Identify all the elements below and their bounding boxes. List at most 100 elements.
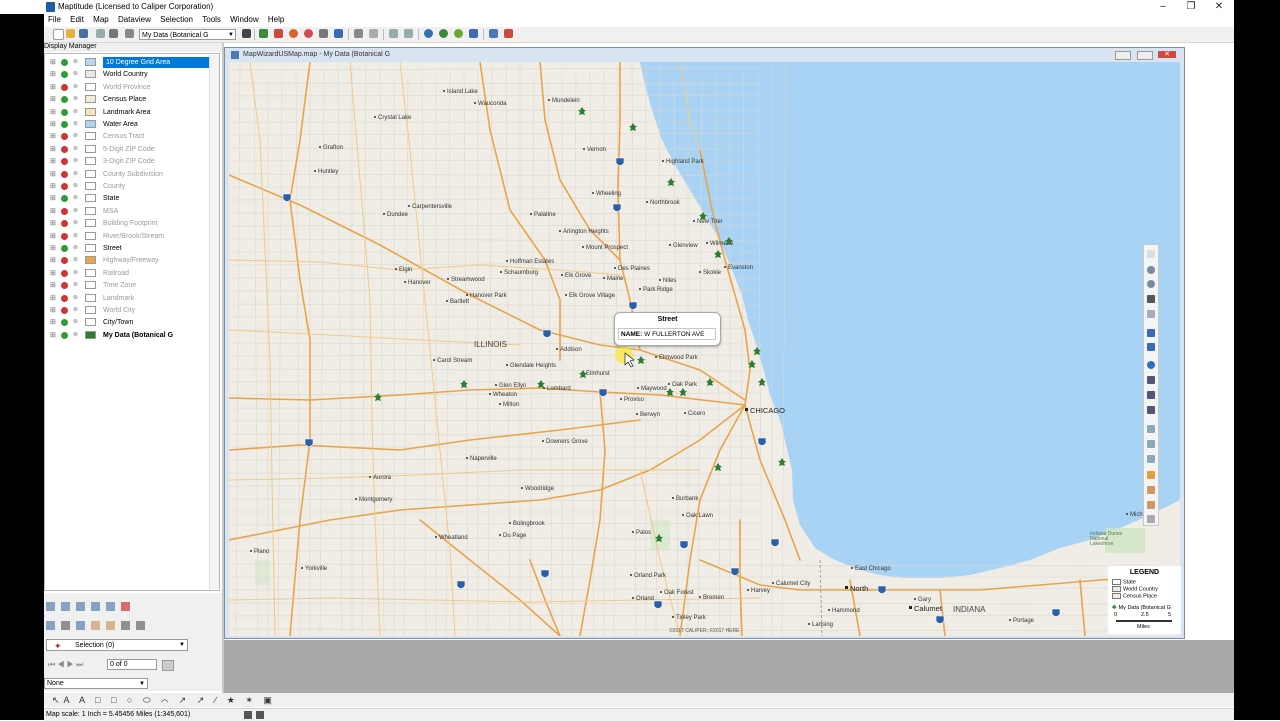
layer-select[interactable]: My Data (Botanical G ▼ xyxy=(139,29,236,40)
label-toggle-icon[interactable]: ⊗ xyxy=(73,96,80,103)
label-toggle-icon[interactable]: ⊗ xyxy=(73,282,80,289)
record-menu-icon[interactable] xyxy=(162,660,174,671)
binoculars-icon[interactable] xyxy=(242,29,251,38)
visibility-toggle[interactable] xyxy=(61,269,68,277)
scale-clear-icon[interactable] xyxy=(256,711,264,719)
menu-help[interactable]: Help xyxy=(268,14,284,26)
save-icon[interactable] xyxy=(79,29,88,38)
filter-tool-icon[interactable] xyxy=(46,602,55,611)
layer-row[interactable]: ⊞ ⊗ Landmark Area xyxy=(48,107,216,118)
layer-style-swatch[interactable] xyxy=(85,82,96,91)
visibility-toggle[interactable] xyxy=(61,133,68,141)
layer-style-swatch[interactable] xyxy=(85,157,96,166)
locate-icon[interactable] xyxy=(439,29,448,38)
record-navigation[interactable]: ⏮ ◀ ▶ ⏭ xyxy=(48,660,102,670)
label-icon[interactable] xyxy=(1147,455,1155,463)
pie-chart-icon[interactable] xyxy=(304,29,313,38)
label-toggle-icon[interactable]: ⊗ xyxy=(73,158,80,165)
label-toggle-icon[interactable]: ⊗ xyxy=(73,319,80,326)
layer-style-swatch[interactable] xyxy=(85,293,96,302)
visibility-toggle[interactable] xyxy=(61,257,68,265)
layer-style-swatch[interactable] xyxy=(85,95,96,104)
new-icon[interactable] xyxy=(53,29,64,40)
pushpin-icon[interactable] xyxy=(469,29,478,38)
previous-scale-icon[interactable] xyxy=(1147,329,1155,337)
filter-tool-icon[interactable] xyxy=(76,602,85,611)
selection-tool-icon[interactable] xyxy=(121,621,130,630)
layer-style-swatch[interactable] xyxy=(85,169,96,178)
layer-style-swatch[interactable] xyxy=(85,194,96,203)
expand-icon[interactable]: ⊞ xyxy=(50,220,56,227)
map-minimize-button[interactable] xyxy=(1115,51,1131,60)
label-toggle-icon[interactable]: ⊗ xyxy=(73,332,80,339)
layer-style-swatch[interactable] xyxy=(85,70,96,79)
visibility-toggle[interactable] xyxy=(61,232,68,240)
close-button[interactable]: ✕ xyxy=(1207,0,1231,14)
pan-hand-icon[interactable] xyxy=(1147,295,1155,303)
selection-tool-icon[interactable] xyxy=(91,621,100,630)
pattern-icon[interactable] xyxy=(319,29,328,38)
label-toggle-icon[interactable]: ⊗ xyxy=(73,84,80,91)
label-toggle-icon[interactable]: ⊗ xyxy=(73,171,80,178)
label-toggle-icon[interactable]: ⊗ xyxy=(73,208,80,215)
map-legend[interactable]: LEGEND State World Country Census Place … xyxy=(1108,566,1181,634)
visibility-toggle[interactable] xyxy=(61,307,68,314)
layer-style-swatch[interactable] xyxy=(85,132,96,141)
layer-row[interactable]: ⊞ ⊗ River/Brook/Stream xyxy=(48,231,216,242)
expand-icon[interactable]: ⊞ xyxy=(50,146,56,153)
layer-row[interactable]: ⊞ ⊗ State xyxy=(48,193,216,204)
selection-tool-icon[interactable] xyxy=(106,621,115,630)
select-by-circle-icon[interactable] xyxy=(1147,391,1155,399)
expand-icon[interactable]: ⊞ xyxy=(50,158,56,165)
label-toggle-icon[interactable]: ⊗ xyxy=(73,245,80,252)
expand-icon[interactable]: ⊞ xyxy=(50,195,56,202)
layer-style-swatch[interactable] xyxy=(85,231,96,240)
expand-icon[interactable]: ⊞ xyxy=(50,109,56,116)
expand-icon[interactable]: ⊞ xyxy=(50,270,56,277)
layer-row[interactable]: ⊞ ⊗ MSA xyxy=(48,206,216,217)
label-toggle-icon[interactable]: ⊗ xyxy=(73,233,80,240)
rotate-icon[interactable] xyxy=(1147,310,1155,318)
label-toggle-icon[interactable]: ⊗ xyxy=(73,109,80,116)
visibility-toggle[interactable] xyxy=(61,145,68,153)
layer-style-swatch[interactable] xyxy=(85,330,96,339)
layer-row[interactable]: ⊞ ⊗ County xyxy=(48,181,216,192)
visibility-toggle[interactable] xyxy=(61,195,68,203)
layer-style-swatch[interactable] xyxy=(85,306,96,314)
label-toggle-icon[interactable]: ⊗ xyxy=(73,220,80,227)
label-toggle-icon[interactable]: ⊗ xyxy=(73,183,80,190)
visibility-toggle[interactable] xyxy=(61,282,68,290)
layer-row[interactable]: ⊞ ⊗ Railroad xyxy=(48,268,216,279)
filter-tool-icon[interactable] xyxy=(91,602,100,611)
ruler-icon[interactable] xyxy=(1147,425,1155,433)
layer-style-swatch[interactable] xyxy=(85,268,96,277)
layer-style-swatch[interactable] xyxy=(85,219,96,228)
record-counter[interactable]: 0 of 0 xyxy=(107,659,157,670)
label-toggle-icon[interactable]: ⊗ xyxy=(73,270,80,277)
redo-icon[interactable] xyxy=(404,29,413,38)
layer-row[interactable]: ⊞ ⊗ My Data (Botanical G xyxy=(48,330,216,341)
route-icon[interactable] xyxy=(454,29,463,38)
zoom-out-icon[interactable] xyxy=(1147,280,1155,288)
visibility-toggle[interactable] xyxy=(61,71,68,79)
properties-icon[interactable] xyxy=(125,29,134,38)
visibility-toggle[interactable] xyxy=(61,220,68,228)
layer-row[interactable]: ⊞ ⊗ 5-Digit ZIP Code xyxy=(48,144,216,155)
filter-tool-icon[interactable] xyxy=(61,602,70,611)
layer-row[interactable]: ⊞ ⊗ Street xyxy=(48,243,216,254)
visibility-toggle[interactable] xyxy=(61,245,68,252)
expand-icon[interactable]: ⊞ xyxy=(50,282,56,289)
layer-style-swatch[interactable] xyxy=(85,256,96,265)
label-toggle-icon[interactable]: ⊗ xyxy=(73,257,80,264)
expand-icon[interactable]: ⊞ xyxy=(50,121,56,128)
layer-row[interactable]: ⊞ ⊗ 3-Digit ZIP Code xyxy=(48,156,216,167)
map-layers-icon[interactable] xyxy=(259,29,268,38)
layer-row[interactable]: ⊞ ⊗ Water Area xyxy=(48,119,216,130)
visibility-toggle[interactable] xyxy=(61,59,68,66)
layer-style-swatch[interactable] xyxy=(85,58,96,66)
menu-dataview[interactable]: Dataview xyxy=(118,14,151,26)
expand-icon[interactable]: ⊞ xyxy=(50,84,56,91)
undo-icon[interactable] xyxy=(389,29,398,38)
layer-row[interactable]: ⊞ ⊗ Census Tract xyxy=(48,131,216,142)
radius-icon[interactable] xyxy=(1147,440,1155,448)
